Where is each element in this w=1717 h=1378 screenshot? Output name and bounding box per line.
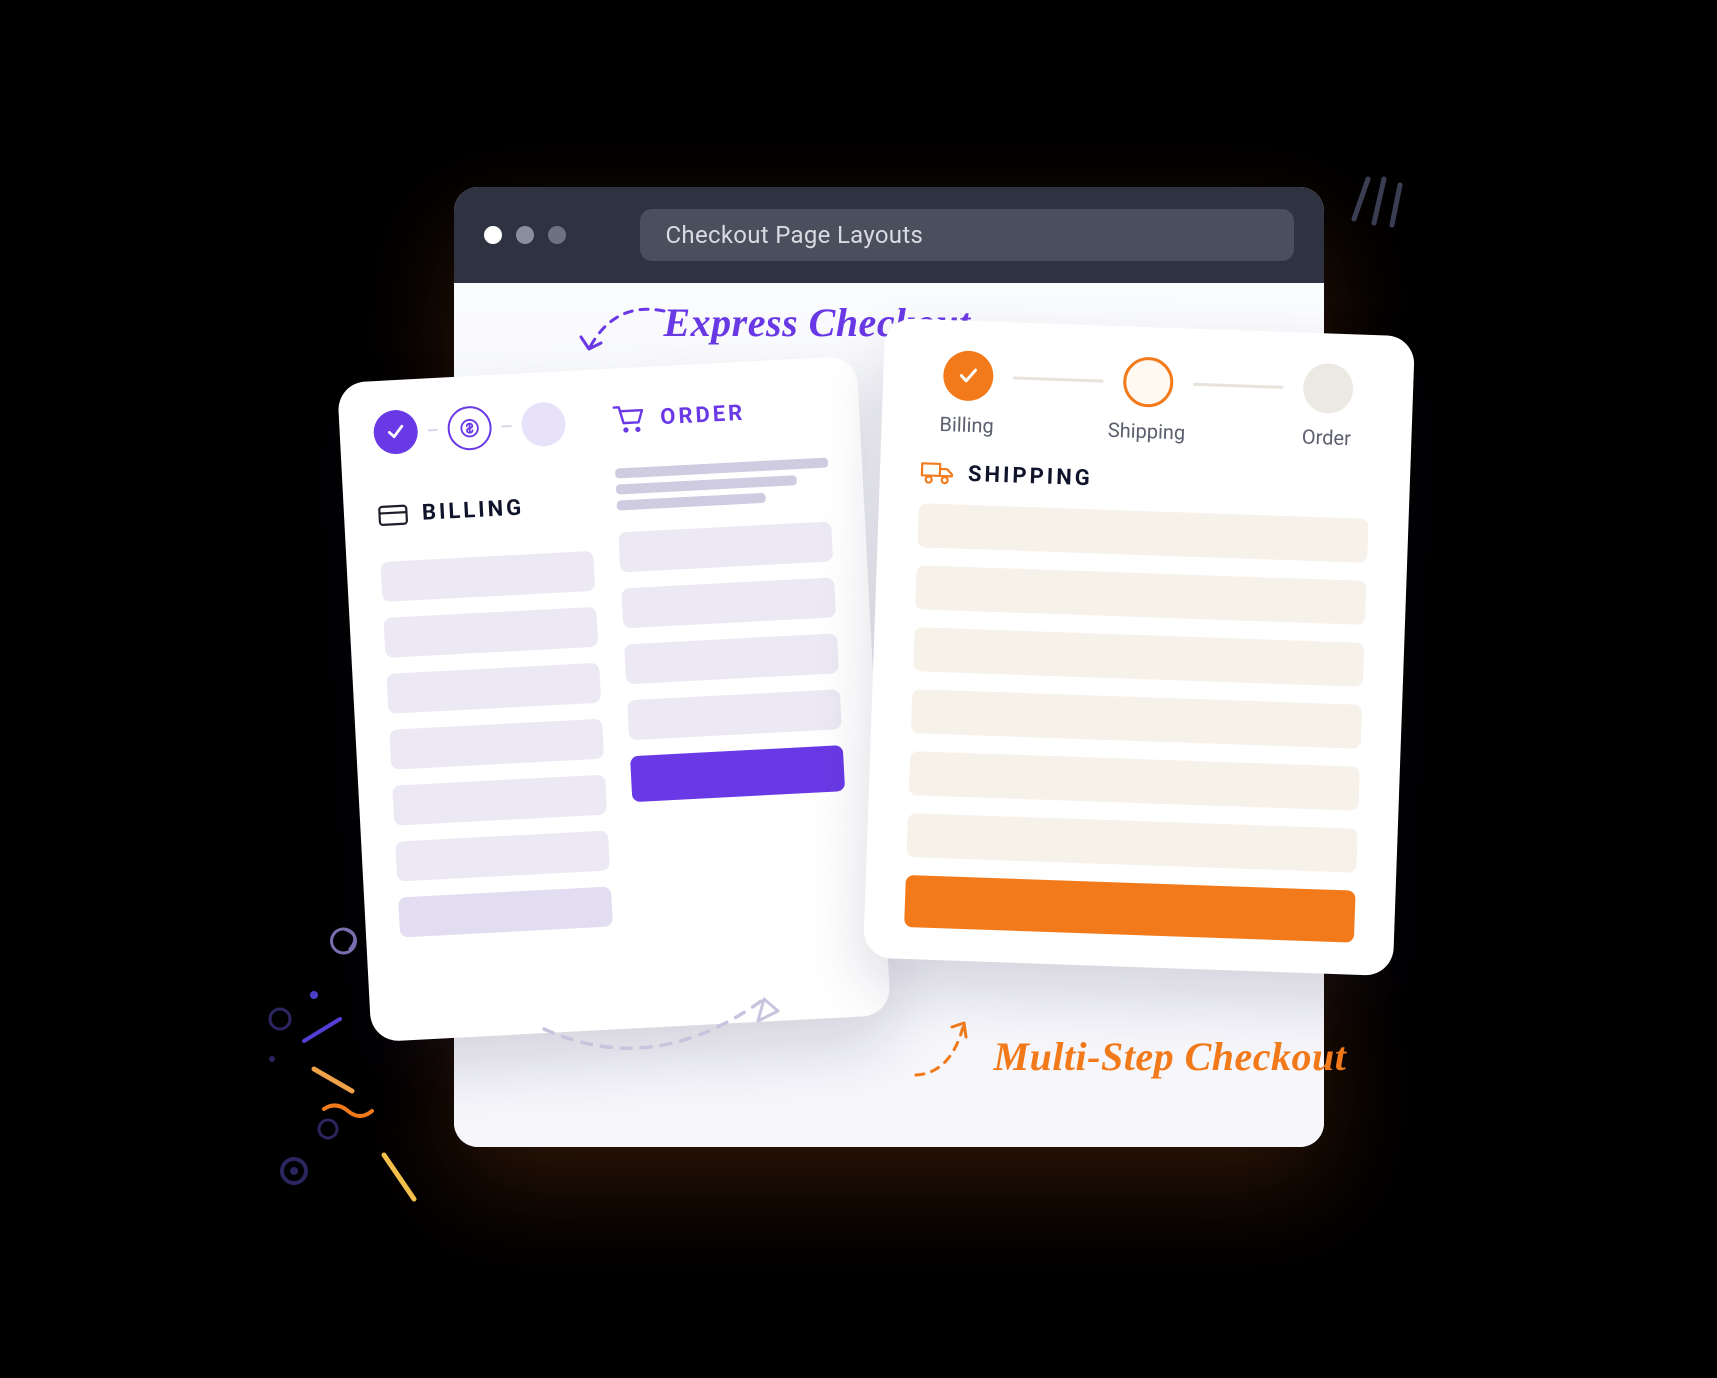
express-submit-button[interactable] (630, 745, 845, 802)
browser-titlebar: Checkout Page Layouts (454, 187, 1324, 283)
express-step-pending-icon (520, 401, 566, 447)
summary-line (616, 493, 765, 511)
shipping-field[interactable] (913, 627, 1364, 687)
decoration-top-right-icon (1342, 143, 1422, 233)
express-step-payment-icon (446, 405, 492, 451)
step-connector (1013, 376, 1103, 382)
billing-field[interactable] (395, 831, 610, 882)
order-heading: ORDER (611, 394, 825, 435)
order-field[interactable] (618, 521, 833, 572)
shipping-continue-button[interactable] (904, 875, 1356, 943)
billing-field[interactable] (380, 551, 595, 602)
window-control-minimize[interactable] (516, 226, 534, 244)
step-shipping-label: Shipping (1107, 418, 1185, 445)
express-billing-column: BILLING (372, 400, 612, 937)
shipping-heading-text: SHIPPING (967, 461, 1093, 490)
shipping-heading: SHIPPING (919, 459, 1370, 501)
order-field[interactable] (627, 689, 842, 740)
label-multi-checkout: Multi-Step Checkout (994, 1033, 1347, 1080)
truck-icon (919, 459, 954, 486)
step-billing[interactable]: Billing (921, 349, 1014, 438)
shipping-field[interactable] (910, 689, 1361, 749)
step-order-circle-icon (1302, 363, 1354, 415)
order-field[interactable] (624, 633, 839, 684)
multistep-stepper: Billing Shipping Order (921, 349, 1374, 451)
check-icon (942, 350, 994, 402)
step-connector (1193, 383, 1283, 389)
window-control-maximize[interactable] (548, 226, 566, 244)
shipping-field[interactable] (917, 503, 1368, 563)
express-step-done-icon (372, 409, 418, 455)
express-checkout-card: BILLING ORDER (337, 356, 891, 1042)
multistep-checkout-card: Billing Shipping Order SHIPPING (862, 318, 1414, 976)
billing-heading: BILLING (377, 492, 591, 528)
url-bar-text: Checkout Page Layouts (666, 221, 924, 249)
billing-field[interactable] (392, 775, 607, 826)
order-summary-lines (614, 457, 829, 516)
shipping-form (904, 503, 1369, 942)
step-order[interactable]: Order (1281, 362, 1374, 451)
step-order-label: Order (1301, 425, 1351, 451)
window-control-close[interactable] (484, 226, 502, 244)
shipping-field[interactable] (908, 751, 1359, 811)
billing-field[interactable] (389, 719, 604, 770)
url-bar[interactable]: Checkout Page Layouts (640, 209, 1294, 261)
step-shipping-circle-icon (1122, 356, 1174, 408)
billing-heading-text: BILLING (421, 495, 524, 525)
order-field[interactable] (621, 577, 836, 628)
express-steps (372, 400, 587, 455)
order-heading-text: ORDER (659, 400, 745, 429)
billing-field[interactable] (398, 886, 613, 937)
summary-line (615, 475, 796, 494)
cart-icon (611, 403, 647, 435)
billing-field[interactable] (383, 607, 598, 658)
express-order-column: ORDER (611, 388, 851, 925)
shipping-field[interactable] (915, 565, 1366, 625)
summary-line (614, 457, 827, 478)
card-icon (377, 502, 408, 528)
shipping-field[interactable] (906, 813, 1357, 873)
billing-field[interactable] (386, 663, 601, 714)
step-billing-label: Billing (939, 412, 994, 438)
step-shipping[interactable]: Shipping (1101, 356, 1194, 445)
